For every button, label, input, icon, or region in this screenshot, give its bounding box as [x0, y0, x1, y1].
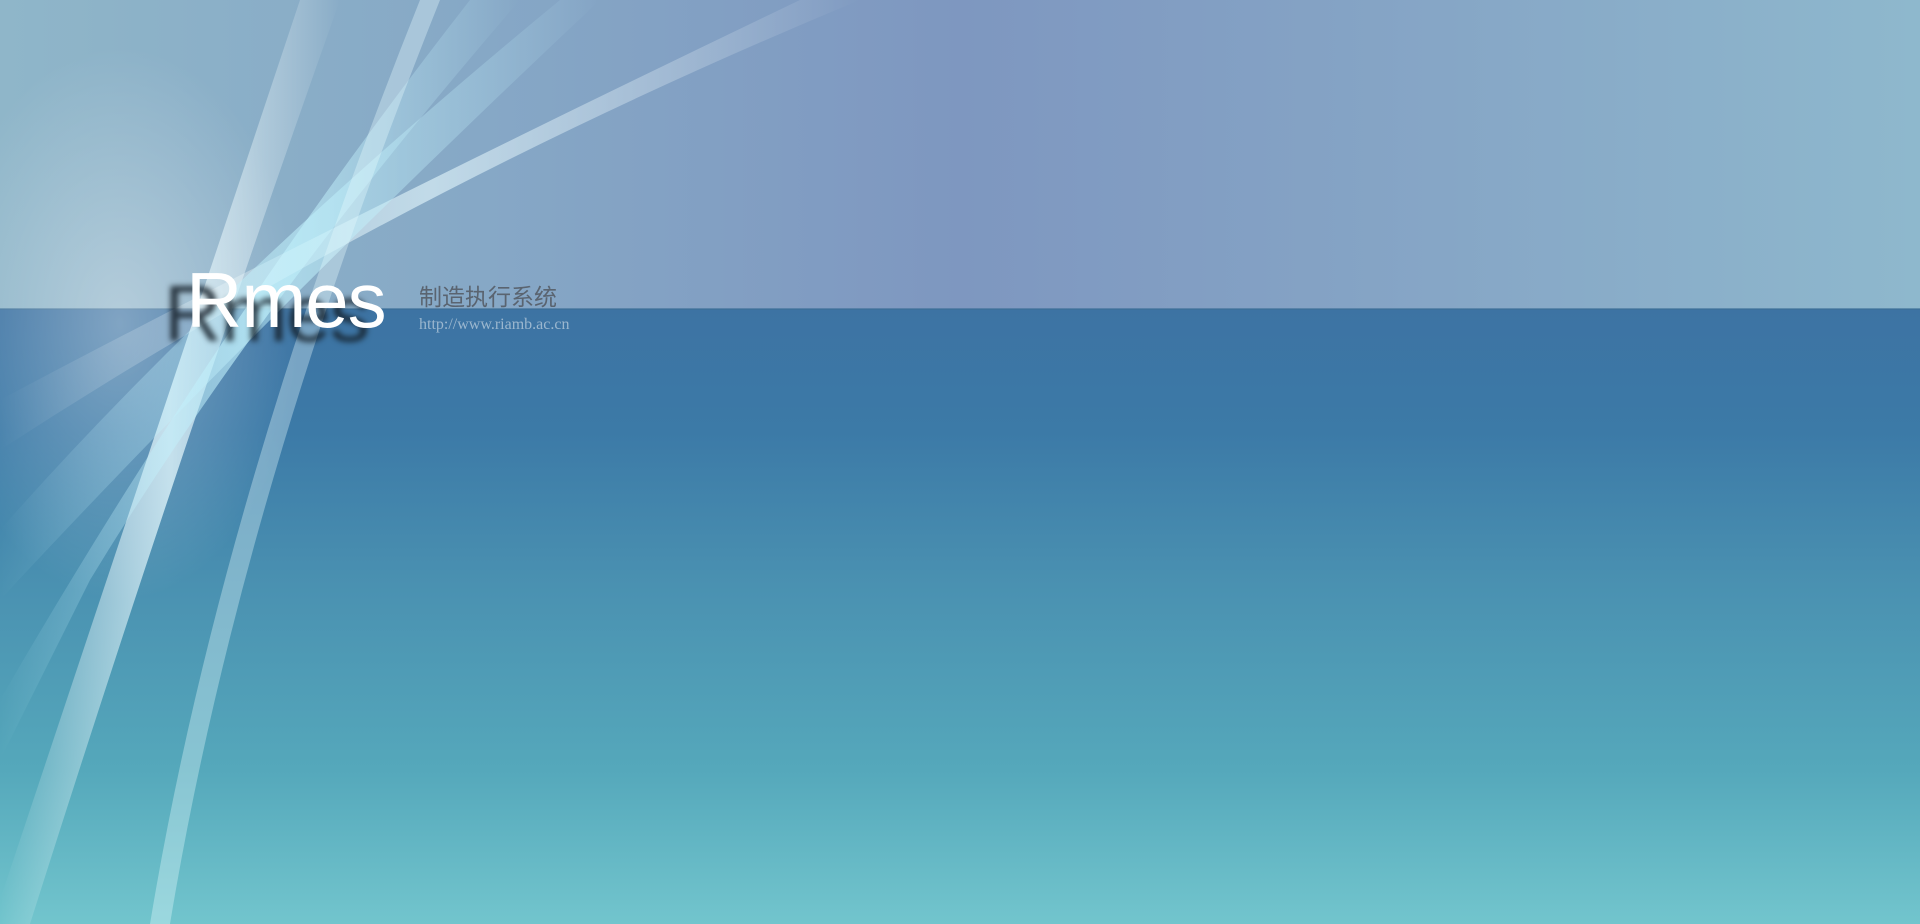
app-subtitle: 制造执行系统 — [419, 285, 557, 311]
company-url: http://www.riamb.ac.cn — [419, 316, 570, 333]
splash-screen: Rmes Rmes 制造执行系统 http://www.riamb.ac.cn — [0, 0, 1920, 924]
light-streaks-decoration — [0, 0, 860, 924]
app-logo: Rmes Rmes — [160, 250, 400, 358]
app-logo-text: Rmes — [186, 256, 387, 344]
